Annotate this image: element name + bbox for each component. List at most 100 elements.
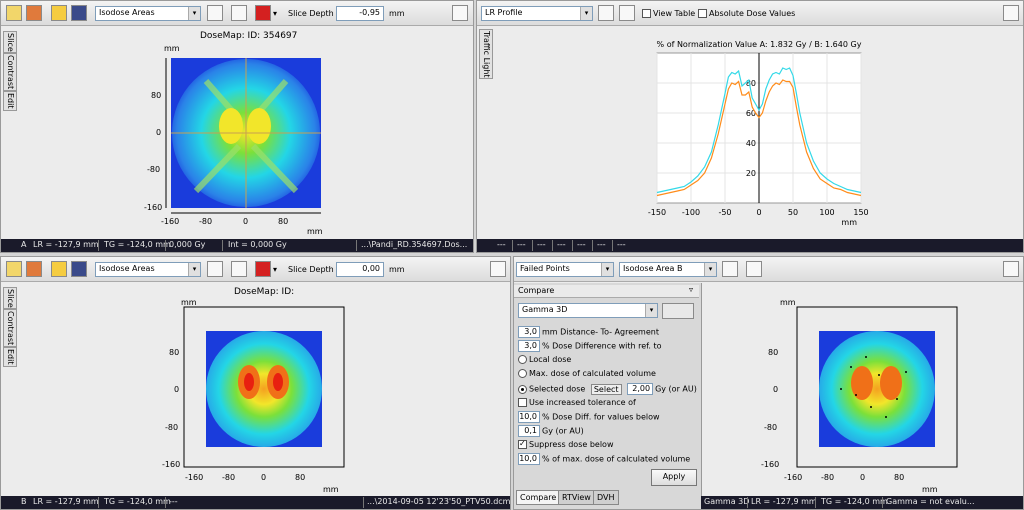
gamma-map[interactable] — [701, 297, 1024, 497]
dose-diff-row: 3,0% Dose Difference with ref. to — [518, 340, 662, 352]
increased-tolerance-checkbox[interactable]: Use increased tolerance of — [518, 398, 636, 407]
distance-input[interactable]: 3,0 — [518, 326, 540, 338]
chevron-down-icon: ▾ — [580, 7, 592, 20]
compare-panel-title: Compare — [518, 286, 555, 295]
y-tick: 80 — [151, 91, 162, 100]
settings-grid-icon[interactable] — [1003, 5, 1019, 21]
color-palette-icon[interactable] — [255, 5, 271, 21]
tab-rtview[interactable]: RTView — [558, 490, 595, 505]
settings-grid-icon[interactable] — [490, 261, 506, 277]
tol-gy-input[interactable]: 0,1 — [518, 425, 540, 437]
x-tick-label: -150 — [648, 208, 666, 217]
lr-profile-chart[interactable]: -150 -100 -50 0 50 100 15020406080% of Normali… — [477, 27, 1024, 239]
tol-dose-input[interactable]: 10,0 — [518, 411, 540, 423]
y-tick: 0 — [773, 385, 779, 394]
add-area-icon[interactable] — [26, 5, 42, 21]
status-bar-profile: --- --- --- --- --- --- --- — [477, 239, 1023, 252]
top-right-pane: LR Profile ▾ View Table Absolute Dose Val… — [476, 0, 1024, 253]
view-select[interactable]: Isodose Areas ▾ — [95, 6, 201, 21]
tol-gy-label: Gy (or AU) — [542, 426, 584, 436]
view-select-value: Isodose Areas — [99, 264, 155, 273]
suppress-value-label: % of max. dose of calculated volume — [542, 454, 691, 464]
slice-depth-input[interactable]: -0,95 — [336, 6, 384, 21]
select-button[interactable]: Select — [590, 383, 622, 395]
radio-icon — [518, 355, 527, 364]
y-tick: -80 — [147, 165, 161, 174]
bottom-right-toolbar: Failed Points ▾ Isodose Area B ▾ — [514, 257, 1023, 282]
apply-button[interactable]: Apply — [651, 469, 697, 486]
dose-map-b[interactable] — [1, 297, 511, 497]
pin-icon[interactable]: ▿ — [689, 285, 693, 294]
x-axis-label: mm — [841, 218, 857, 227]
view-table-label: View Table — [653, 9, 696, 18]
view-table-checkbox[interactable]: View Table — [642, 9, 695, 18]
select-area-icon[interactable] — [6, 261, 22, 277]
profile-settings-icon[interactable] — [207, 5, 223, 21]
tab-compare[interactable]: Compare — [516, 490, 561, 505]
color-palette-icon[interactable] — [255, 261, 271, 277]
suppress-checkbox[interactable]: Suppress dose below — [518, 439, 614, 449]
status-bar-a: A LR = -127,9 mm TG = -124,0 mm 0,000 Gy… — [1, 239, 473, 252]
profile-settings-icon[interactable] — [598, 5, 614, 21]
status-dose: 0,000 Gy — [169, 240, 206, 249]
profile-swap-icon[interactable] — [231, 5, 247, 21]
checkbox-icon — [698, 9, 707, 18]
dose-map-a[interactable] — [1, 41, 474, 241]
status-channel: B — [21, 497, 27, 506]
chevron-down-icon: ▾ — [645, 304, 657, 317]
profile-swap-icon[interactable] — [619, 5, 635, 21]
method-select[interactable]: Gamma 3D ▾ — [518, 303, 658, 318]
view-select-value: Isodose Areas — [99, 8, 155, 17]
traffic-light-icon[interactable] — [662, 303, 694, 319]
add-area-icon[interactable] — [26, 261, 42, 277]
settings-grid-icon[interactable] — [1003, 261, 1019, 277]
profile-settings-icon[interactable] — [722, 261, 738, 277]
slice-depth-input[interactable]: 0,00 — [336, 262, 384, 277]
open-folder-icon[interactable] — [51, 261, 67, 277]
status-channel: A — [21, 240, 27, 249]
absolute-dose-checkbox[interactable]: Absolute Dose Values — [698, 9, 795, 18]
suppress-label: Suppress dose below — [529, 440, 614, 449]
local-dose-radio[interactable]: Local dose — [518, 355, 571, 364]
failed-points-select[interactable]: Failed Points ▾ — [516, 262, 614, 277]
chevron-down-icon[interactable]: ▾ — [273, 9, 277, 18]
dose-diff-input[interactable]: 3,0 — [518, 340, 540, 352]
tab-dvh[interactable]: DVH — [593, 490, 619, 505]
selected-dose-input[interactable]: 2,00 — [627, 383, 654, 395]
x-tick: 80 — [295, 473, 306, 482]
save-icon[interactable] — [71, 261, 87, 277]
suppress-input[interactable]: 10,0 — [518, 453, 540, 465]
select-area-icon[interactable] — [6, 5, 22, 21]
status-int: Int = 0,000 Gy — [228, 240, 287, 249]
save-icon[interactable] — [71, 5, 87, 21]
status-file: ...\2014-09-05 12'23'50_PTV50.dcm — [367, 497, 511, 506]
y-tick: 80 — [169, 348, 180, 357]
profile-select[interactable]: LR Profile ▾ — [481, 6, 593, 21]
chevron-down-icon[interactable]: ▾ — [273, 265, 277, 274]
checkbox-checked-icon — [518, 439, 527, 449]
open-folder-icon[interactable] — [51, 5, 67, 21]
x-tick-label: -100 — [682, 208, 700, 217]
isodose-area-select[interactable]: Isodose Area B ▾ — [619, 262, 717, 277]
status-bar-gamma: Gamma 3D LR = -127,9 mm TG = -124,0 mm G… — [701, 496, 1023, 509]
panel-tabs: Compare RTView DVH — [516, 490, 699, 505]
top-left-pane: Isodose Areas ▾ ▾ Slice Depth -0,95 mm Sl… — [0, 0, 474, 253]
suppress-value-row: 10,0% of max. dose of calculated volume — [518, 453, 690, 465]
status-lr: LR = -127,9 mm — [33, 497, 99, 506]
status-cell: --- — [517, 240, 526, 249]
settings-grid-icon[interactable] — [452, 5, 468, 21]
status-file: ...\Pandi_RD.354697.Dos... — [361, 240, 468, 249]
selected-dose-radio[interactable]: Selected dose Select 2,00 Gy (or AU) — [518, 383, 697, 395]
max-dose-radio[interactable]: Max. dose of calculated volume — [518, 369, 656, 378]
status-tg: TG = -124,0 mm — [104, 240, 171, 249]
y-tick: 80 — [768, 348, 779, 357]
x-tick: -160 — [784, 473, 803, 482]
bottom-left-pane: Isodose Areas ▾ ▾ Slice Depth 0,00 mm Sli… — [0, 256, 511, 510]
profile-settings-icon[interactable] — [207, 261, 223, 277]
bottom-right-pane: Failed Points ▾ Isodose Area B ▾ Compare ▿… — [513, 256, 1024, 510]
x-tick: -160 — [185, 473, 204, 482]
slice-depth-unit: mm — [389, 265, 405, 274]
profile-swap-icon[interactable] — [746, 261, 762, 277]
view-select[interactable]: Isodose Areas ▾ — [95, 262, 201, 277]
profile-swap-icon[interactable] — [231, 261, 247, 277]
